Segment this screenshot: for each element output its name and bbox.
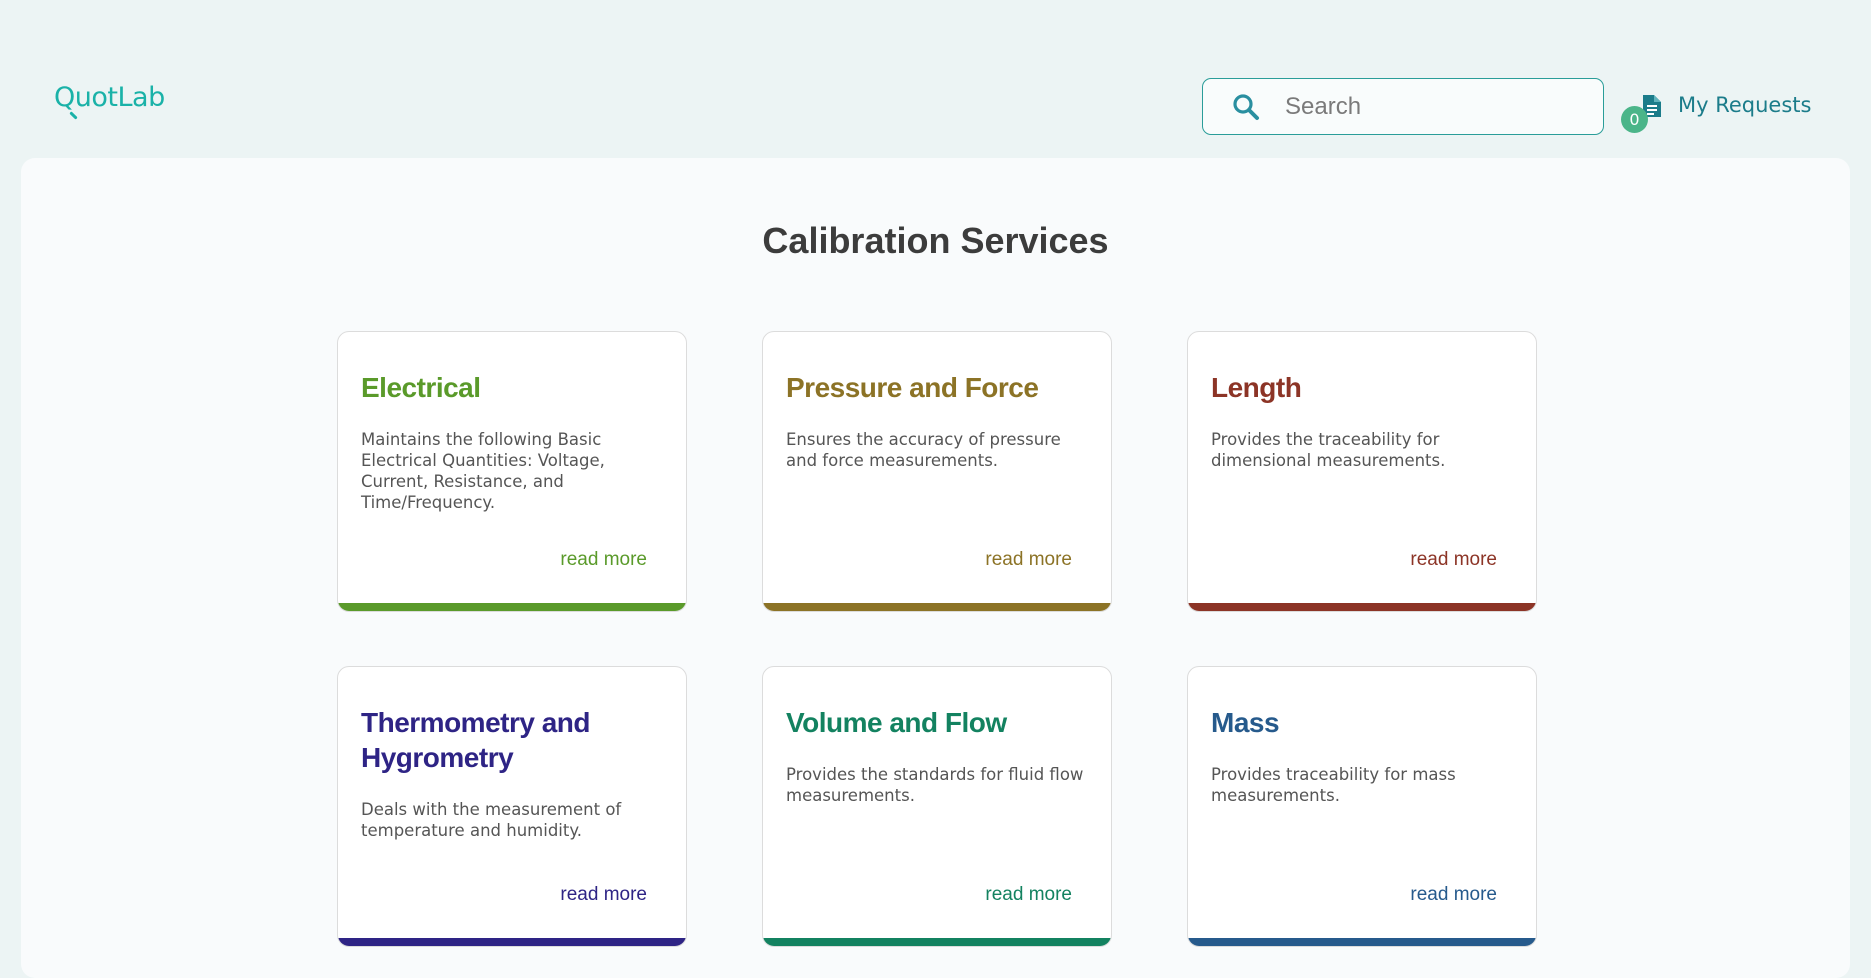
service-card-title: Mass (1211, 707, 1280, 738)
service-card-title: Pressure and Force (786, 372, 1039, 403)
service-card-description: Deals with the measurement of temperatur… (361, 800, 622, 840)
page-title: Calibration Services (762, 220, 1109, 261)
service-card-description: Maintains the following Basic Electrical… (361, 430, 605, 512)
service-card-title: Volume and Flow (786, 707, 1007, 738)
service-card-title: Length (1211, 372, 1302, 403)
service-card[interactable]: Volume and Flow Provides the standards fo… (762, 666, 1112, 947)
my-requests-link[interactable]: My Requests (1678, 93, 1811, 117)
search-input[interactable] (1285, 92, 1585, 121)
service-card-accent-bar (338, 603, 686, 611)
read-more-link[interactable]: read more (560, 884, 647, 906)
service-card[interactable]: Mass Provides traceability for mass measu… (1187, 666, 1537, 947)
service-card[interactable]: Electrical Maintains the following Basic … (337, 331, 687, 612)
header: Q uotLab 0 My Requests (0, 0, 1871, 158)
service-card-accent-bar (1188, 603, 1536, 611)
service-card-accent-bar (338, 938, 686, 946)
service-card-description: Ensures the accuracy of pressure and for… (786, 430, 1061, 470)
service-card-accent-bar (763, 938, 1111, 946)
logo[interactable]: Q uotLab (54, 82, 165, 120)
service-card[interactable]: Thermometry and Hygrometry Deals with the… (337, 666, 687, 947)
read-more-link[interactable]: read more (985, 549, 1072, 571)
service-card[interactable]: Length Provides the traceability for dime… (1187, 331, 1537, 612)
search-icon[interactable] (1231, 92, 1261, 122)
service-card-title: Electrical (361, 372, 481, 403)
read-more-link[interactable]: read more (560, 549, 647, 571)
search-box[interactable] (1202, 78, 1604, 135)
requests-count-badge: 0 (1621, 106, 1648, 133)
service-card-description: Provides traceability for mass measureme… (1211, 765, 1456, 805)
read-more-link[interactable]: read more (985, 884, 1072, 906)
service-card[interactable]: Pressure and Force Ensures the accuracy o… (762, 331, 1112, 612)
logo-rest: uotLab (74, 82, 165, 113)
service-card-description: Provides the standards for fluid flow me… (786, 765, 1084, 805)
read-more-link[interactable]: read more (1410, 884, 1497, 906)
logo-q: Q (54, 82, 78, 120)
service-card-accent-bar (1188, 938, 1536, 946)
read-more-link[interactable]: read more (1410, 549, 1497, 571)
service-card-description: Provides the traceability for dimensiona… (1211, 430, 1446, 470)
service-card-title: Thermometry and Hygrometry (361, 707, 591, 773)
service-card-accent-bar (763, 603, 1111, 611)
logo-first-letter: Q (54, 82, 75, 113)
